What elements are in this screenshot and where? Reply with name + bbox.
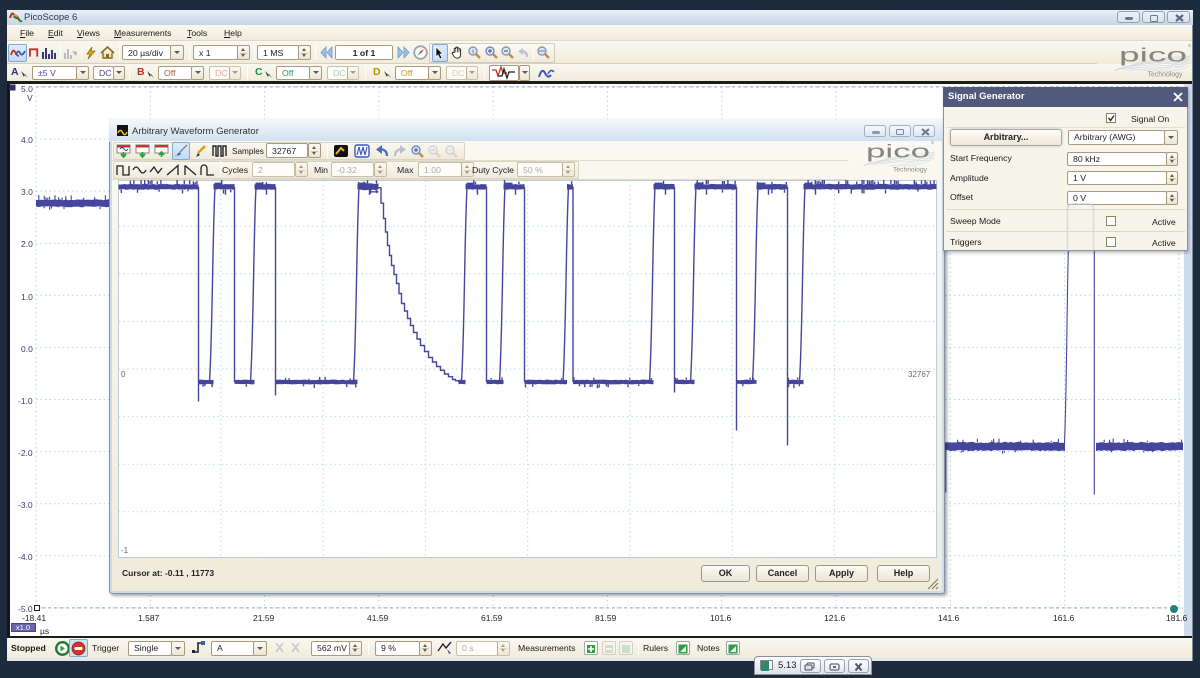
svg-text:pico: pico	[1119, 46, 1187, 67]
svg-text:pico: pico	[866, 142, 930, 162]
svg-text:Technology: Technology	[1148, 72, 1183, 79]
svg-text:i: i	[472, 50, 473, 56]
svg-text:Technology: Technology	[893, 167, 928, 174]
